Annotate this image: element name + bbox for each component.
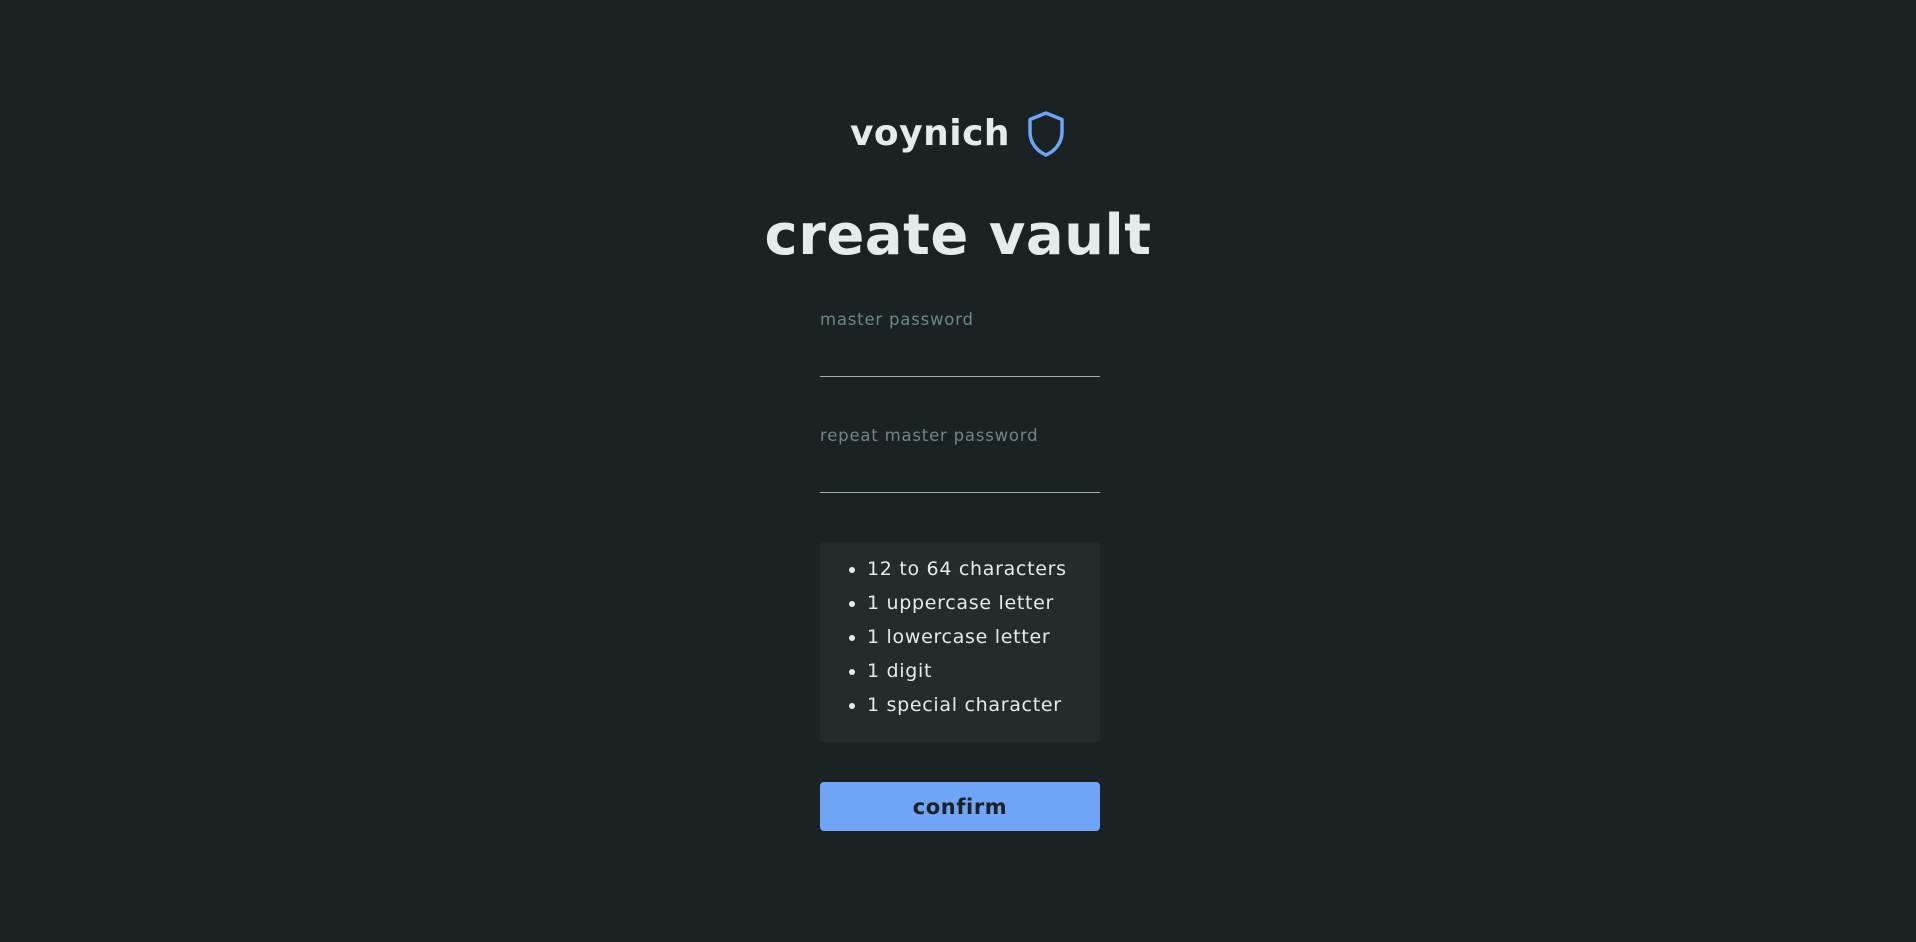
requirement-item: 1 uppercase letter	[867, 586, 1100, 620]
master-password-label: master password	[820, 310, 974, 329]
brand-header: voynich	[0, 110, 1916, 158]
repeat-master-password-label: repeat master password	[820, 426, 1039, 445]
requirement-item: 1 digit	[867, 654, 1100, 688]
requirement-item: 12 to 64 characters	[867, 552, 1100, 586]
requirement-item: 1 lowercase letter	[867, 620, 1100, 654]
repeat-master-password-input[interactable]	[820, 463, 1100, 493]
confirm-button[interactable]: confirm	[820, 782, 1100, 831]
page-title: create vault	[764, 203, 1152, 268]
master-password-field: master password	[820, 309, 1100, 377]
requirements-list: 12 to 64 characters 1 uppercase letter 1…	[820, 552, 1100, 722]
password-requirements: 12 to 64 characters 1 uppercase letter 1…	[820, 542, 1100, 742]
app-name: voynich	[849, 113, 1011, 154]
shield-icon	[1028, 111, 1064, 157]
requirement-item: 1 special character	[867, 688, 1100, 722]
repeat-master-password-field: repeat master password	[820, 425, 1100, 493]
create-vault-page: voynich create vault master password rep…	[0, 0, 1916, 942]
master-password-input[interactable]	[820, 347, 1100, 377]
